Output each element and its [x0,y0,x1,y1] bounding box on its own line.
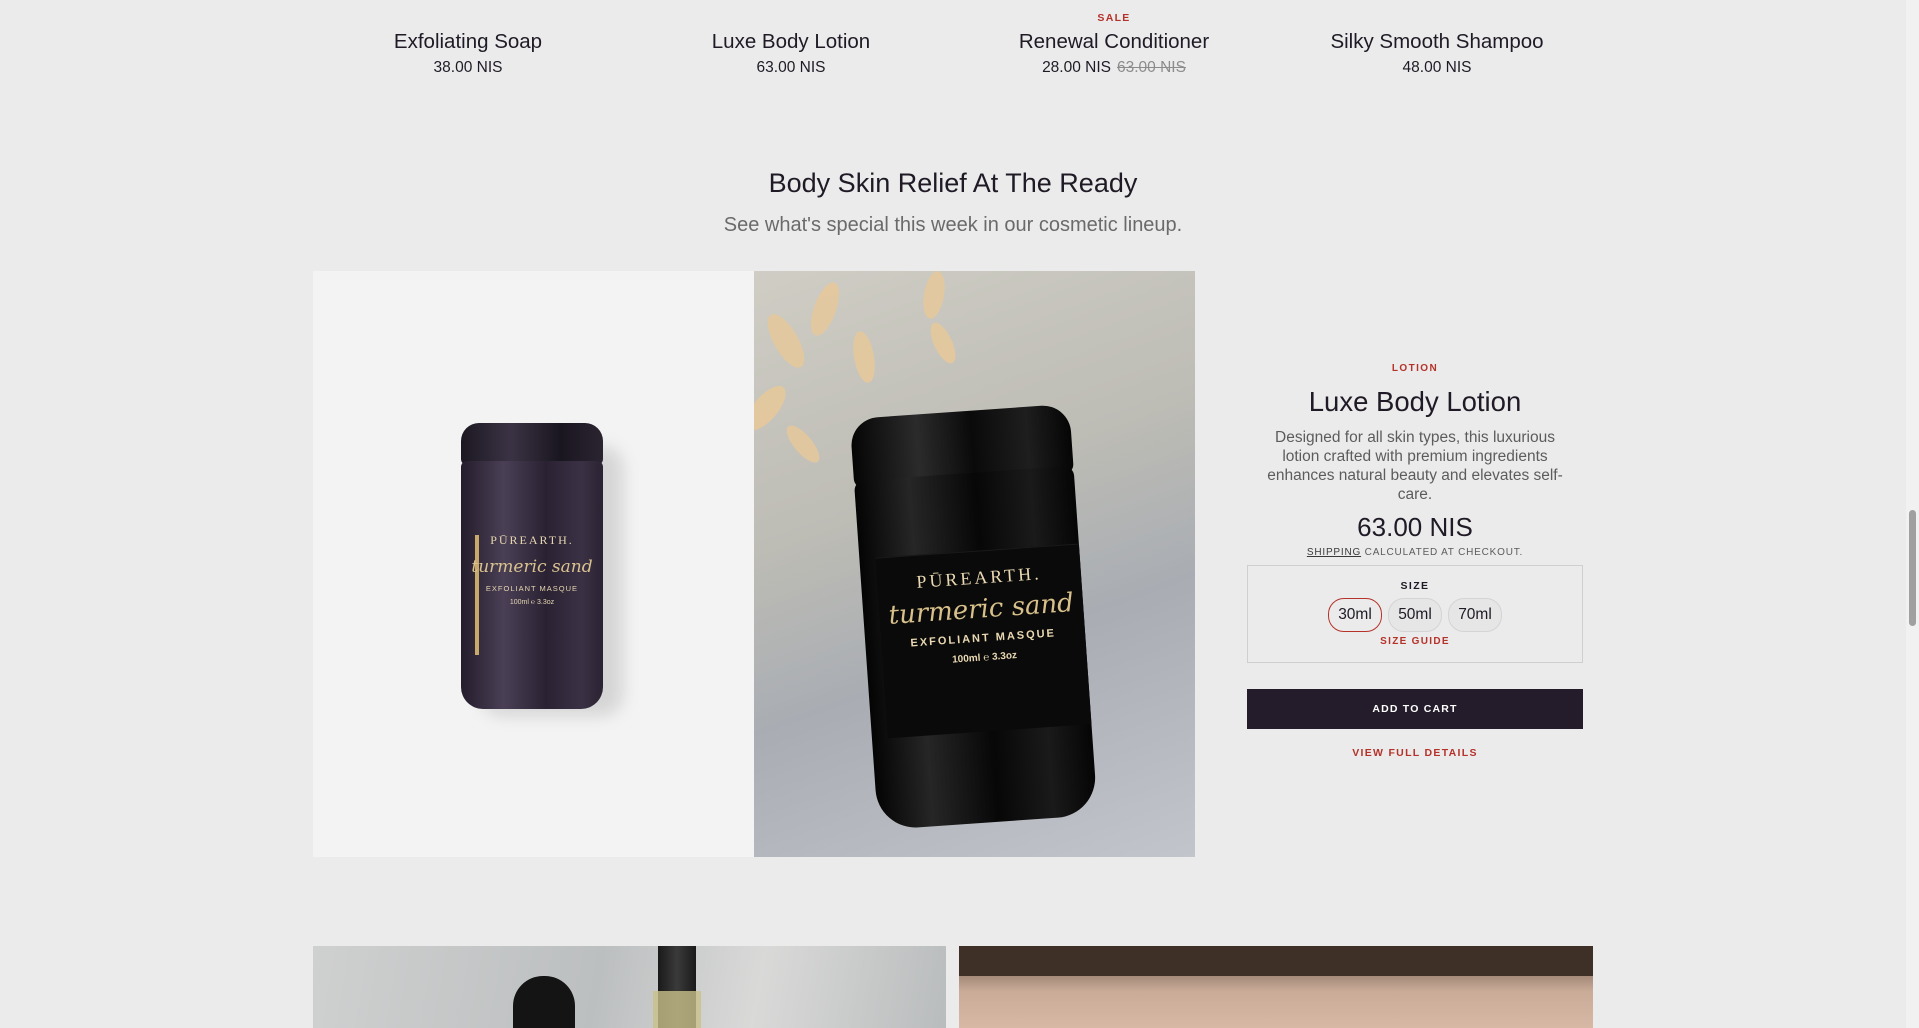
sale-badge: SALE [1097,12,1131,24]
jar-volume: 100ml ℮ 3.3oz [509,599,555,606]
product-badge [1277,0,1597,28]
shipping-note: SHIPPING CALCULATED AT CHECKOUT. [1247,547,1583,558]
scrollbar-thumb[interactable] [1909,510,1916,626]
compare-at-price: 63.00 NIS [1117,59,1186,76]
jar-brand: PŪREARTH. [490,533,574,547]
product-name[interactable]: Luxe Body Lotion [631,28,951,56]
size-label: SIZE [1400,580,1430,592]
bottle-cap-decoration [513,976,575,1028]
product-name[interactable]: Silky Smooth Shampoo [1277,28,1597,56]
product-price: 63.00 NIS [756,59,826,76]
shipping-link[interactable]: SHIPPING [1307,547,1361,558]
product-card-exfoliating-soap[interactable]: Exfoliating Soap 38.00 NIS [308,0,628,78]
oil-bottle-decoration [653,991,701,1028]
jar-script: turmeric sand [887,588,1075,631]
product-title[interactable]: Luxe Body Lotion [1247,386,1583,418]
jar-lid [461,423,603,465]
jar-product-photo: PŪREARTH. turmeric sand EXFOLIANT MASQUE… [461,423,603,709]
collection-image-left[interactable] [313,946,946,1028]
product-price: 38.00 NIS [433,59,503,76]
page-scrollbar[interactable] [1906,0,1919,1028]
size-guide-link[interactable]: SIZE GUIDE [1248,636,1582,647]
size-option-30ml[interactable]: 30ml [1328,598,1382,632]
size-selector: SIZE 30ml 50ml 70ml SIZE GUIDE [1247,565,1583,663]
product-price: 63.00 NIS [1357,512,1473,542]
jar-label: PŪREARTH. turmeric sand EXFOLIANT MASQUE… [875,543,1092,739]
product-image-secondary[interactable]: PŪREARTH. turmeric sand EXFOLIANT MASQUE… [754,271,1195,857]
jar-product-photo: PŪREARTH. turmeric sand EXFOLIANT MASQUE… [849,403,1099,838]
hair-decoration [959,946,1593,976]
product-card-luxe-body-lotion[interactable]: Luxe Body Lotion 63.00 NIS [631,0,951,78]
dried-grass-decoration [919,271,949,321]
dried-grass-decoration [805,278,845,340]
view-full-details-link[interactable]: VIEW FULL DETAILS [1247,747,1583,759]
product-card-silky-smooth-shampoo[interactable]: Silky Smooth Shampoo 48.00 NIS [1277,0,1597,78]
shipping-text: CALCULATED AT CHECKOUT. [1364,547,1524,558]
section-title: Body Skin Relief At The Ready [768,168,1138,198]
size-option-70ml[interactable]: 70ml [1448,598,1502,632]
jar-label: PŪREARTH. turmeric sand EXFOLIANT MASQUE… [461,533,603,606]
product-category: LOTION [1391,363,1439,374]
jar-type: EXFOLIANT MASQUE [485,584,579,593]
dried-grass-decoration [760,309,812,373]
dried-grass-decoration [781,420,825,468]
size-options: 30ml 50ml 70ml [1248,598,1582,632]
product-price: 48.00 NIS [1402,59,1472,76]
dried-grass-decoration [849,329,879,385]
product-name[interactable]: Exfoliating Soap [308,28,628,56]
product-details-panel: LOTION Luxe Body Lotion Designed for all… [1247,363,1583,759]
dried-grass-decoration [925,319,961,367]
size-option-50ml[interactable]: 50ml [1388,598,1442,632]
product-badge [631,0,951,28]
product-card-renewal-conditioner[interactable]: SALE Renewal Conditioner 28.00 NIS 63.00 … [954,0,1274,78]
product-name[interactable]: Renewal Conditioner [954,28,1274,56]
product-price: 28.00 NIS 63.00 NIS [1042,59,1186,76]
jar-script: turmeric sand [471,557,593,577]
product-image-primary[interactable]: PŪREARTH. turmeric sand EXFOLIANT MASQUE… [313,271,754,857]
product-description: Designed for all skin types, this luxuri… [1267,429,1563,503]
add-to-cart-button[interactable]: ADD TO CART [1247,689,1583,729]
section-subtitle: See what's special this week in our cosm… [723,214,1183,236]
collection-image-right[interactable] [959,946,1593,1028]
product-badge [308,0,628,28]
